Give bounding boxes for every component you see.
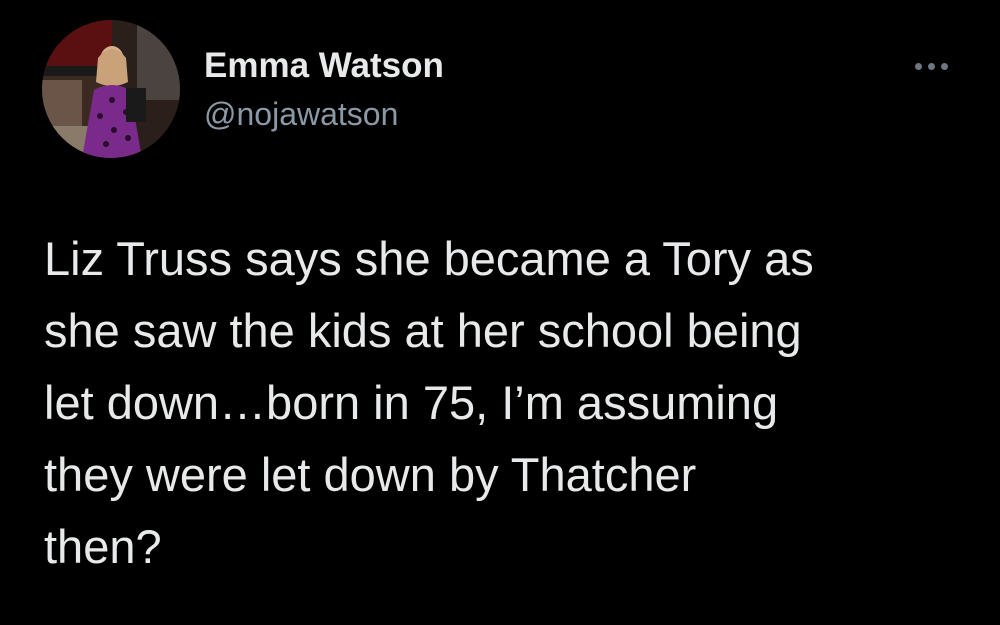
tweet-text: Liz Truss says she became a Tory as she … xyxy=(44,232,814,573)
tweet-card: Emma Watson @nojawatson Liz Truss says s… xyxy=(0,0,1000,625)
ellipsis-icon xyxy=(927,62,935,70)
ellipsis-icon xyxy=(914,62,922,70)
avatar-image xyxy=(42,20,180,158)
avatar[interactable] xyxy=(42,20,180,158)
ellipsis-icon xyxy=(940,62,948,70)
author-handle[interactable]: @nojawatson xyxy=(204,94,398,134)
author-display-name[interactable]: Emma Watson xyxy=(204,44,444,88)
more-options-button[interactable] xyxy=(898,54,964,78)
